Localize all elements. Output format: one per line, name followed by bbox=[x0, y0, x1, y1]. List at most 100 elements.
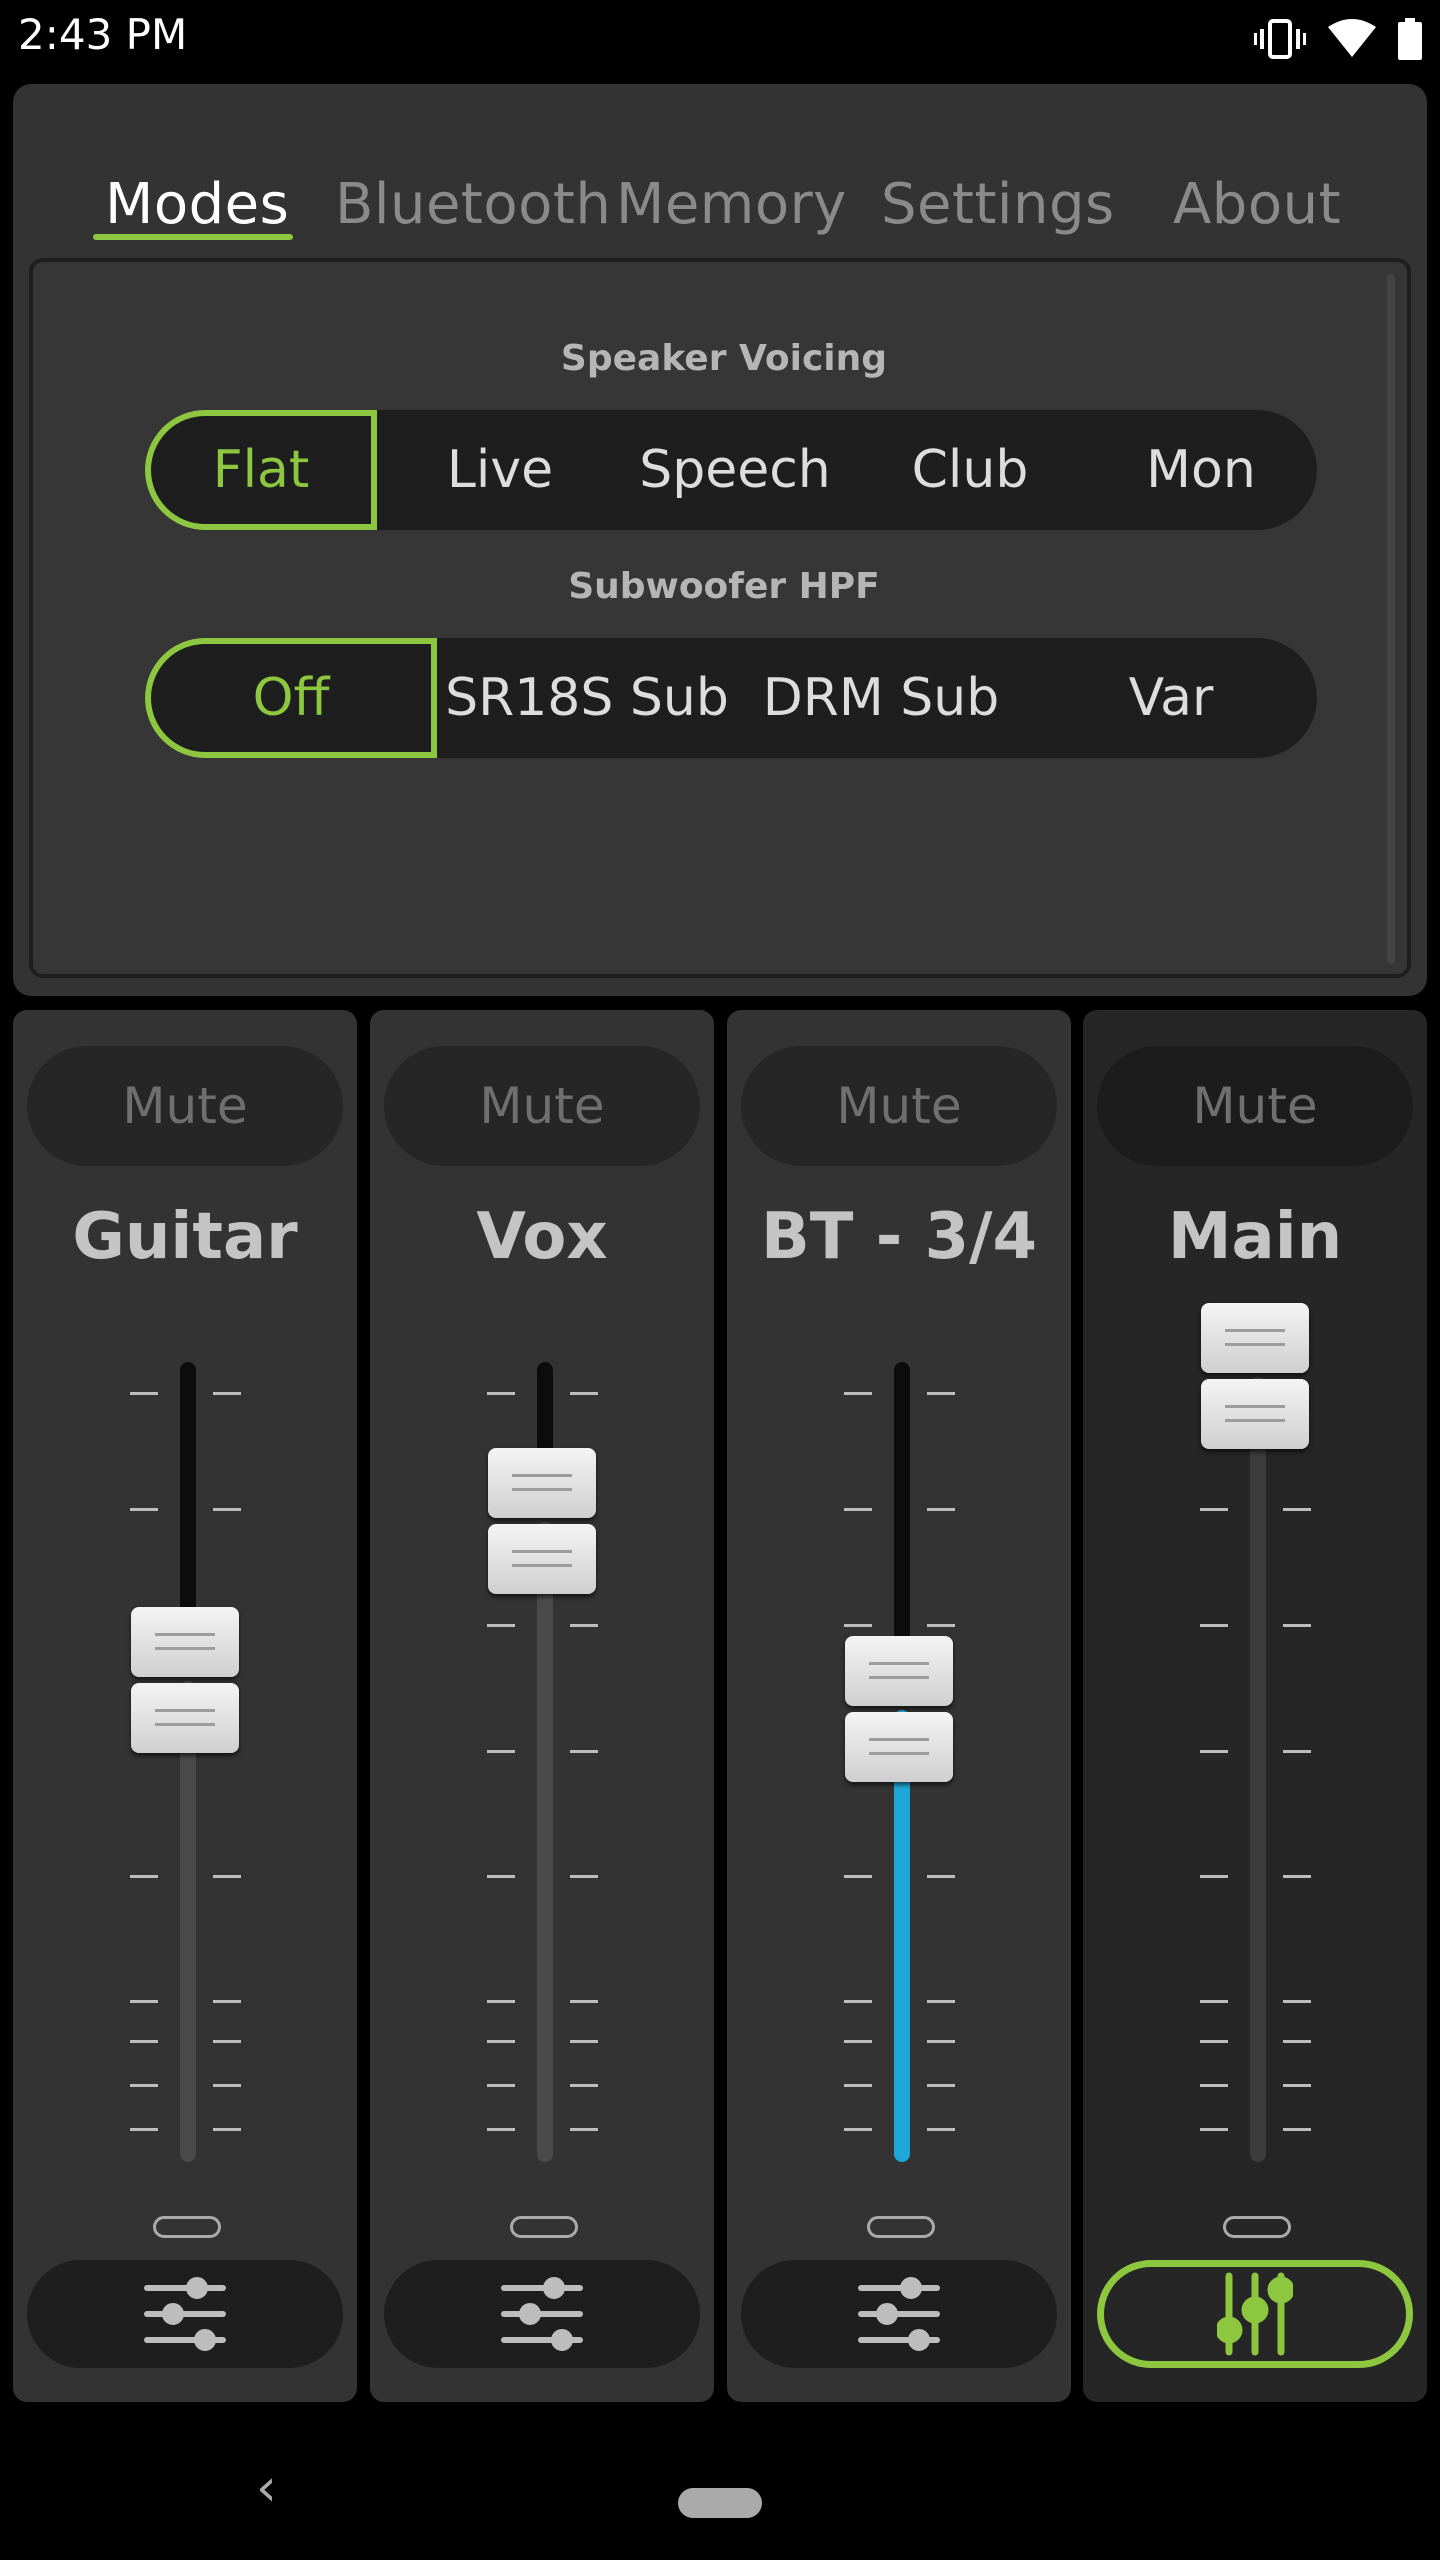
fader-tick bbox=[844, 2040, 872, 2043]
fader-handle-block bbox=[845, 1712, 953, 1783]
voicing-option-flat[interactable]: Flat bbox=[145, 410, 377, 530]
eq-button[interactable] bbox=[384, 2260, 700, 2368]
fader-grip-line bbox=[1225, 1328, 1285, 1332]
back-button[interactable]: ‹ bbox=[256, 2458, 277, 2518]
mute-button[interactable]: Mute bbox=[27, 1046, 343, 1166]
hpf-option-var[interactable]: Var bbox=[1025, 638, 1317, 758]
fader-tick bbox=[487, 1875, 515, 1878]
fader-grip-line bbox=[512, 1563, 572, 1567]
fader-grip-line bbox=[869, 1752, 929, 1756]
channel-strip-main: Mute Main bbox=[1083, 1010, 1427, 2402]
fader-track-upper bbox=[537, 1362, 553, 1458]
fader-grip-line bbox=[155, 1633, 215, 1637]
fader-handle[interactable] bbox=[845, 1636, 953, 1784]
hpf-option-drm-sub[interactable]: DRM Sub bbox=[737, 638, 1025, 758]
fader-tick bbox=[1283, 2000, 1311, 2003]
link-toggle[interactable] bbox=[1223, 2216, 1291, 2238]
eq-button[interactable] bbox=[27, 2260, 343, 2368]
fader-handle[interactable] bbox=[131, 1607, 239, 1755]
fader-tick bbox=[927, 2000, 955, 2003]
mute-button[interactable]: Mute bbox=[384, 1046, 700, 1166]
fader-grip-line bbox=[512, 1487, 572, 1491]
fader-grip-line bbox=[869, 1676, 929, 1680]
fader-track-upper bbox=[180, 1362, 196, 1618]
fader-tick bbox=[487, 1392, 515, 1395]
channel-name: BT - 3/4 bbox=[761, 1200, 1037, 1274]
fader-tick bbox=[1283, 1750, 1311, 1753]
channel-strip-vox: Mute Vox bbox=[370, 1010, 714, 2402]
mute-button[interactable]: Mute bbox=[1097, 1046, 1413, 1166]
fader-track-upper bbox=[894, 1362, 910, 1647]
fader-tick bbox=[570, 2000, 598, 2003]
tab-settings[interactable]: Settings bbox=[881, 172, 1115, 237]
voicing-option-mon[interactable]: Mon bbox=[1085, 410, 1317, 530]
fader-grip-line bbox=[155, 1647, 215, 1651]
tab-memory[interactable]: Memory bbox=[616, 172, 847, 237]
status-icons bbox=[1254, 14, 1422, 64]
voicing-option-club[interactable]: Club bbox=[855, 410, 1085, 530]
modes-content: Speaker Voicing Flat Live Speech Club Mo… bbox=[29, 258, 1411, 978]
fader-tick bbox=[1283, 2084, 1311, 2087]
voicing-option-live[interactable]: Live bbox=[385, 410, 615, 530]
tab-bluetooth[interactable]: Bluetooth bbox=[335, 172, 611, 237]
fader-grip-line bbox=[869, 1738, 929, 1742]
fader-tick bbox=[213, 2000, 241, 2003]
link-toggle[interactable] bbox=[510, 2216, 578, 2238]
link-toggle[interactable] bbox=[153, 2216, 221, 2238]
fader-tick bbox=[570, 2040, 598, 2043]
tab-bar: Modes Bluetooth Memory Settings About bbox=[13, 84, 1427, 244]
wifi-icon bbox=[1328, 19, 1376, 57]
fader-handle[interactable] bbox=[1201, 1302, 1309, 1451]
fader-tick bbox=[1200, 2084, 1228, 2087]
fader-tick bbox=[1200, 2040, 1228, 2043]
fader-tick bbox=[213, 2084, 241, 2087]
channel-name: Guitar bbox=[72, 1200, 298, 1274]
fader-handle-block bbox=[131, 1683, 239, 1754]
fader-handle-block bbox=[1201, 1302, 1309, 1373]
fader-tick bbox=[213, 1875, 241, 1878]
fader-grip-line bbox=[869, 1662, 929, 1666]
tab-about[interactable]: About bbox=[1173, 172, 1341, 237]
speaker-voicing-label: Speaker Voicing bbox=[560, 338, 888, 379]
eq-button[interactable] bbox=[741, 2260, 1057, 2368]
fader-grip-line bbox=[512, 1473, 572, 1477]
status-bar: 2:43 PM bbox=[0, 0, 1440, 78]
fader-tick bbox=[130, 1875, 158, 1878]
tab-modes[interactable]: Modes bbox=[105, 172, 289, 237]
voicing-option-speech[interactable]: Speech bbox=[615, 410, 855, 530]
fader-tick bbox=[1283, 2128, 1311, 2131]
fader-tick bbox=[130, 2000, 158, 2003]
fader-handle-block bbox=[845, 1636, 953, 1707]
fader-handle-block bbox=[131, 1607, 239, 1678]
hpf-option-off[interactable]: Off bbox=[145, 638, 437, 758]
fader-tick bbox=[927, 2084, 955, 2087]
fader-grip-line bbox=[1225, 1404, 1285, 1408]
fader-tick bbox=[927, 2040, 955, 2043]
fader-tick bbox=[487, 1624, 515, 1627]
mixer-view-button[interactable] bbox=[1097, 2260, 1413, 2368]
fader-tick bbox=[487, 2000, 515, 2003]
fader-tick bbox=[844, 1392, 872, 1395]
home-button[interactable] bbox=[678, 2488, 762, 2518]
fader-tick bbox=[570, 2084, 598, 2087]
fader-grip-line bbox=[155, 1709, 215, 1713]
fader-tick bbox=[1200, 1750, 1228, 1753]
fader-handle-block bbox=[1201, 1378, 1309, 1449]
fader-tick bbox=[130, 1392, 158, 1395]
speaker-voicing-selector: Flat Live Speech Club Mon bbox=[145, 410, 1317, 530]
fader-tick bbox=[1200, 2000, 1228, 2003]
fader-tick bbox=[487, 2128, 515, 2131]
fader-handle[interactable] bbox=[488, 1447, 596, 1596]
fader-track-lower bbox=[1250, 1376, 1266, 2162]
fader-tick bbox=[844, 2084, 872, 2087]
fader-tick bbox=[844, 1508, 872, 1511]
mute-button[interactable]: Mute bbox=[741, 1046, 1057, 1166]
hpf-option-sr18s-sub[interactable]: SR18S Sub bbox=[437, 638, 737, 758]
fader-tick bbox=[844, 2128, 872, 2131]
fader-tick bbox=[844, 2000, 872, 2003]
fader-tick bbox=[487, 1750, 515, 1753]
channel-name: Main bbox=[1167, 1200, 1343, 1274]
link-toggle[interactable] bbox=[867, 2216, 935, 2238]
eq-sliders-icon bbox=[144, 2277, 226, 2351]
fader-tick bbox=[1283, 1875, 1311, 1878]
